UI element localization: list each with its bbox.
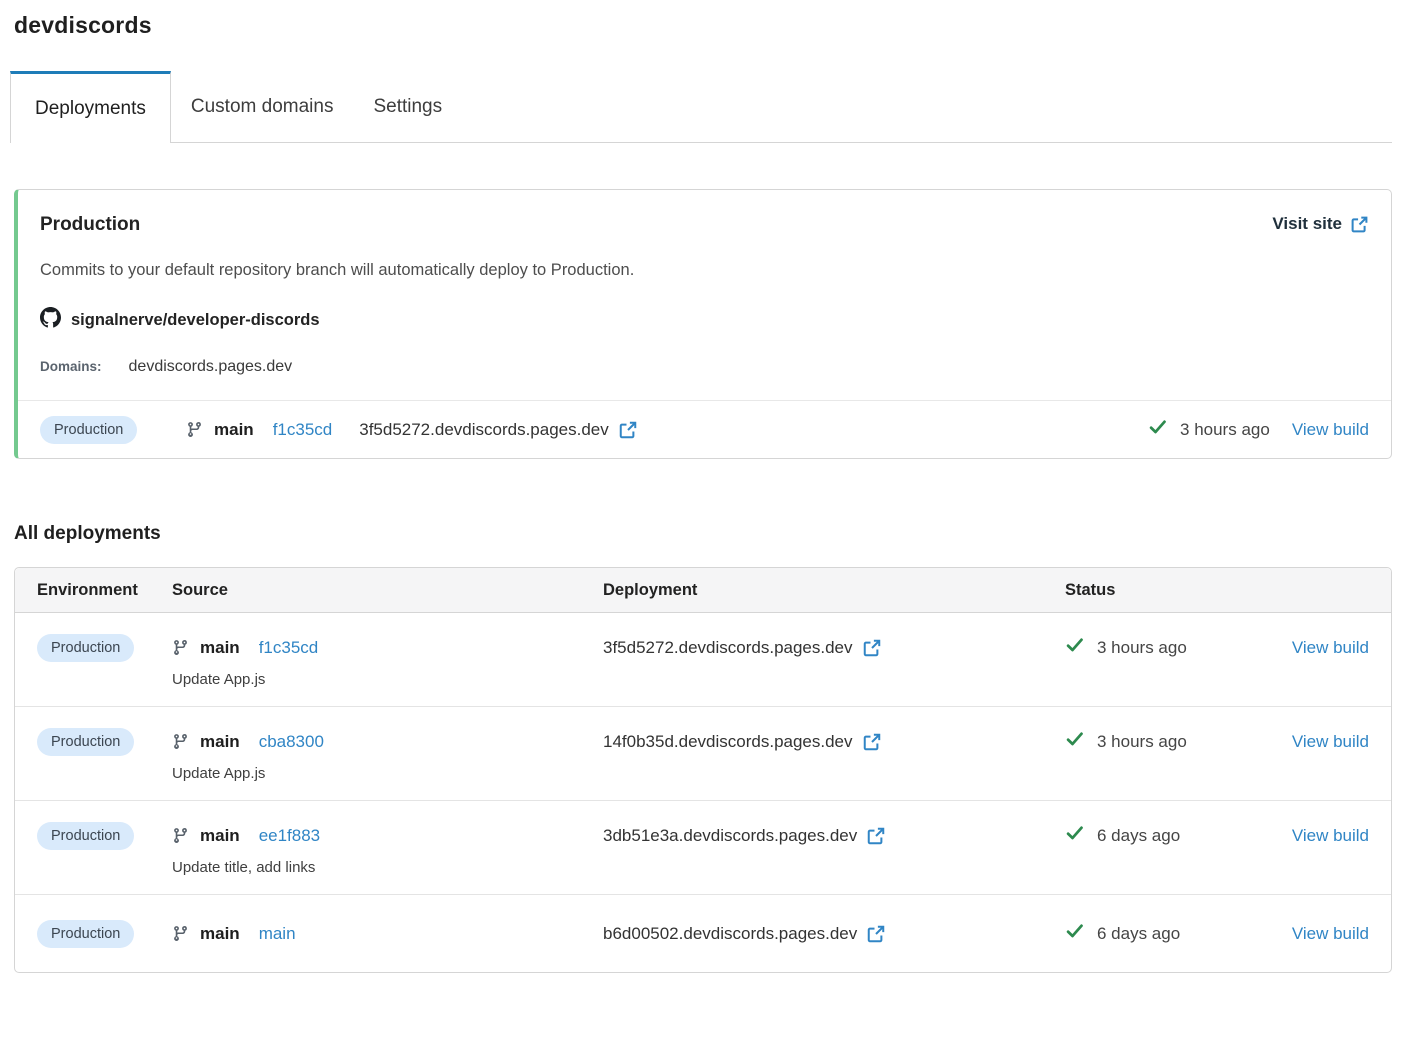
- tab-bar: Deployments Custom domains Settings: [10, 71, 1392, 143]
- table-row: Production main f1c35cd Update App.js 3f…: [15, 613, 1391, 707]
- deployment-url: b6d00502.devdiscords.pages.dev: [603, 923, 858, 943]
- view-build-link[interactable]: View build: [1292, 924, 1369, 944]
- check-icon: [1065, 635, 1085, 660]
- view-build-link[interactable]: View build: [1292, 420, 1369, 440]
- branch-name: main: [200, 923, 240, 943]
- production-card-title: Production: [40, 214, 141, 235]
- deployment-time: 6 days ago: [1097, 825, 1181, 845]
- column-header-status: Status: [1065, 580, 1116, 599]
- visit-site-label: Visit site: [1272, 214, 1342, 233]
- table-row: Production main ee1f883 Update title, ad…: [15, 801, 1391, 895]
- domains-label: Domains:: [40, 359, 102, 374]
- tab-deployments[interactable]: Deployments: [10, 71, 171, 143]
- deployment-url: 3db51e3a.devdiscords.pages.dev: [603, 825, 858, 845]
- domains-row: Domains: devdiscords.pages.dev: [40, 358, 1369, 376]
- pages-project-page: devdiscords Deployments Custom domains S…: [0, 0, 1413, 973]
- domains-value: devdiscords.pages.dev: [128, 358, 293, 375]
- deployments-table: Environment Source Deployment Status Pro…: [14, 567, 1392, 973]
- tab-settings-label: Settings: [373, 95, 443, 117]
- commit-message: Update App.js: [172, 765, 266, 782]
- column-header-deployment: Deployment: [603, 580, 698, 599]
- tab-custom-domains-label: Custom domains: [190, 95, 334, 117]
- deployment-time: 3 hours ago: [1097, 637, 1187, 657]
- deployment-url: 3f5d5272.devdiscords.pages.dev: [359, 419, 609, 439]
- commit-link[interactable]: f1c35cd: [273, 420, 333, 440]
- production-deployment-row: Production main f1c35cd 3f5d5272.devdisc…: [18, 400, 1391, 458]
- visit-site-link[interactable]: Visit site: [1272, 214, 1369, 234]
- table-header: Environment Source Deployment Status: [15, 568, 1391, 613]
- production-card-description: Commits to your default repository branc…: [40, 261, 635, 279]
- deployment-time: 6 days ago: [1097, 923, 1181, 943]
- production-card: Production Visit site Commits to your de…: [14, 189, 1392, 459]
- external-link-icon[interactable]: [866, 924, 886, 944]
- external-link-icon: [1350, 215, 1369, 234]
- commit-link[interactable]: main: [259, 924, 296, 944]
- repo-link[interactable]: signalnerve/developer-discords: [40, 307, 1369, 333]
- repo-name: signalnerve/developer-discords: [71, 310, 320, 329]
- external-link-icon[interactable]: [862, 732, 882, 752]
- deployment-url: 14f0b35d.devdiscords.pages.dev: [603, 731, 853, 751]
- git-branch-icon: [172, 733, 189, 750]
- commit-link[interactable]: ee1f883: [259, 826, 320, 846]
- git-branch-icon: [172, 925, 189, 942]
- external-link-icon[interactable]: [618, 420, 638, 440]
- check-icon: [1065, 729, 1085, 754]
- column-header-environment: Environment: [37, 580, 138, 599]
- commit-link[interactable]: f1c35cd: [259, 638, 319, 658]
- branch-name: main: [200, 731, 240, 751]
- external-link-icon[interactable]: [862, 638, 882, 658]
- deployment-time: 3 hours ago: [1097, 731, 1187, 751]
- branch-name: main: [200, 637, 240, 657]
- tab-settings[interactable]: Settings: [353, 71, 462, 142]
- all-deployments-title: All deployments: [14, 523, 161, 544]
- table-row: Production main cba8300 Update App.js 14…: [15, 707, 1391, 801]
- deployment-url: 3f5d5272.devdiscords.pages.dev: [603, 637, 853, 657]
- check-icon: [1065, 823, 1085, 848]
- commit-message: Update App.js: [172, 671, 266, 688]
- git-branch-icon: [172, 827, 189, 844]
- github-icon: [40, 307, 61, 333]
- page-title: devdiscords: [14, 12, 152, 38]
- view-build-link[interactable]: View build: [1292, 732, 1369, 752]
- git-branch-icon: [172, 639, 189, 656]
- git-branch-icon: [186, 421, 203, 438]
- check-icon: [1065, 921, 1085, 946]
- environment-badge: Production: [37, 919, 135, 948]
- branch-name: main: [200, 825, 240, 845]
- commit-message: Update title, add links: [172, 859, 316, 876]
- table-row: Production main main b6d00502.devdiscord…: [15, 895, 1391, 972]
- environment-badge: Production: [40, 415, 138, 444]
- environment-badge: Production: [37, 727, 135, 756]
- environment-badge: Production: [37, 633, 135, 662]
- check-icon: [1148, 417, 1168, 442]
- branch-name: main: [214, 419, 254, 439]
- tab-deployments-label: Deployments: [35, 97, 146, 119]
- view-build-link[interactable]: View build: [1292, 826, 1369, 846]
- column-header-source: Source: [172, 580, 228, 599]
- view-build-link[interactable]: View build: [1292, 638, 1369, 658]
- deployment-time: 3 hours ago: [1180, 419, 1270, 439]
- external-link-icon[interactable]: [866, 826, 886, 846]
- tab-custom-domains[interactable]: Custom domains: [171, 71, 354, 142]
- environment-badge: Production: [37, 821, 135, 850]
- commit-link[interactable]: cba8300: [259, 732, 324, 752]
